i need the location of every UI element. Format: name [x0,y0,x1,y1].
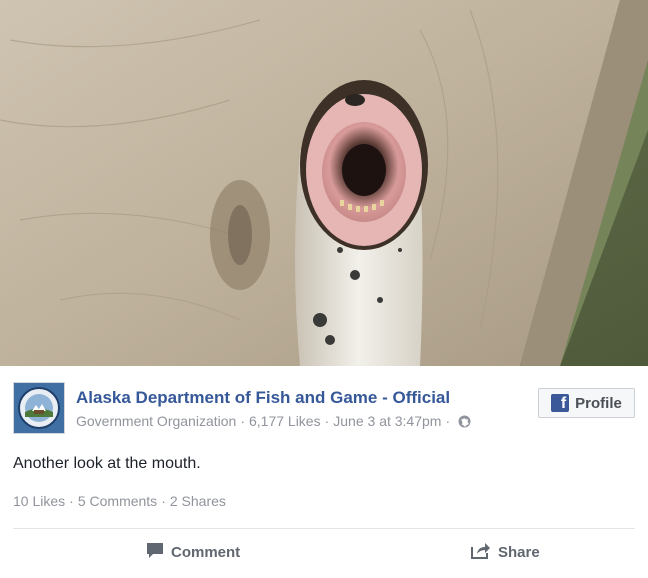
stats-separator: · [161,493,166,509]
page-category[interactable]: Government Organization [76,413,236,429]
lamprey-mouth-photo [0,0,648,366]
meta-separator: · [445,413,451,429]
share-label: Share [498,544,540,561]
share-arrow-icon [471,542,491,563]
comments-count[interactable]: 5 Comments [78,493,157,509]
comment-bubble-icon [146,542,164,563]
comment-button[interactable]: Comment [146,542,240,563]
adfg-seal-icon[interactable] [13,382,65,434]
comment-label: Comment [171,544,241,561]
profile-button-label: Profile [575,394,622,412]
action-bar: Comment Share [0,529,648,578]
meta-separator: · [324,413,330,429]
page-likes[interactable]: 6,177 Likes [249,413,321,429]
meta-separator: · [240,413,245,429]
facebook-f-icon: f [551,394,570,412]
post-photo[interactable] [0,0,648,366]
shares-count[interactable]: 2 Shares [170,493,226,509]
post-timestamp[interactable]: June 3 at 3:47pm [333,413,441,429]
page-name-link[interactable]: Alaska Department of Fish and Game - Off… [76,388,450,408]
share-button[interactable]: Share [471,542,540,563]
post-message: Another look at the mouth. [13,455,201,472]
likes-count[interactable]: 10 Likes [13,493,65,509]
profile-button[interactable]: f Profile [538,388,635,418]
post-header: Alaska Department of Fish and Game - Off… [13,380,635,436]
post-meta: Government Organization · 6,177 Likes · June… [76,413,471,431]
facebook-post: Alaska Department of Fish and Game - Off… [0,0,648,578]
post-stats: 10 Likes · 5 Comments · 2 Shares [13,493,226,509]
globe-icon[interactable] [458,415,471,431]
stats-separator: · [69,493,74,509]
